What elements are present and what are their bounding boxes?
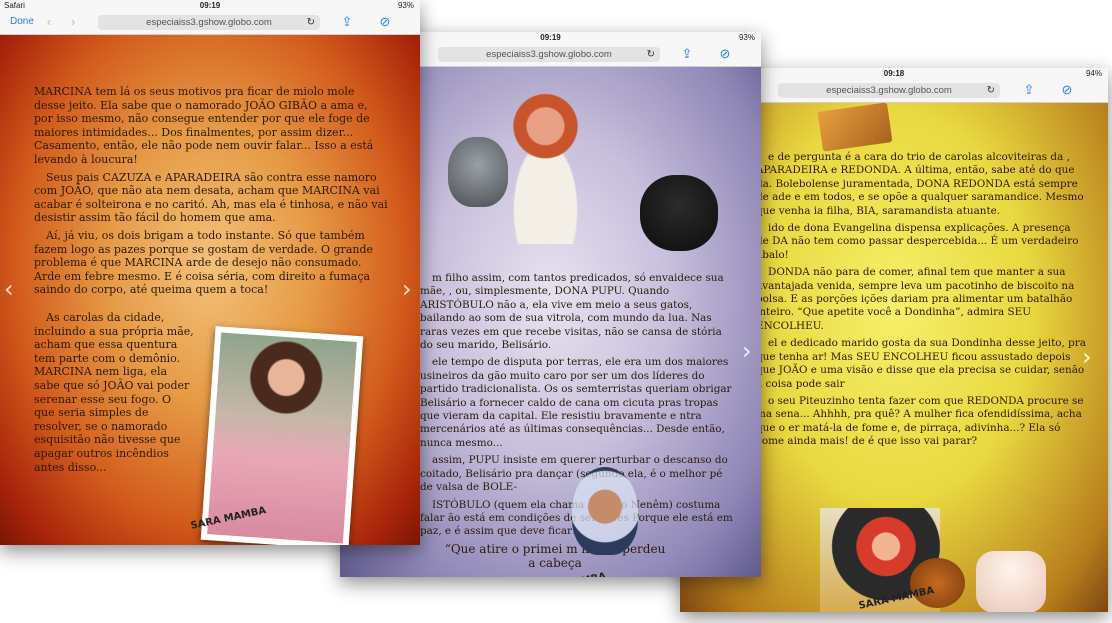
quote: “Que atire o primei m nunca perdeu a cab… bbox=[444, 542, 666, 570]
url-text: especiaiss3.gshow.globo.com bbox=[826, 85, 952, 96]
share-icon[interactable]: ⇪ bbox=[1022, 83, 1036, 97]
next-page-arrow[interactable]: › bbox=[402, 275, 412, 303]
reload-icon[interactable]: ↻ bbox=[647, 47, 655, 62]
article-text: e de pergunta é a cara do trio de carola… bbox=[756, 151, 1086, 453]
url-text: especiaiss3.gshow.globo.com bbox=[486, 49, 612, 60]
url-text: especiaiss3.gshow.globo.com bbox=[146, 17, 272, 28]
url-bar[interactable]: especiaiss3.gshow.globo.com ↻ bbox=[778, 83, 1000, 98]
paragraph: el e dedicado marido gosta da sua Dondin… bbox=[756, 337, 1086, 390]
paragraph: o seu Piteuzinho tenta fazer com que RED… bbox=[756, 394, 1084, 448]
url-bar[interactable]: especiaiss3.gshow.globo.com ↻ bbox=[98, 15, 320, 30]
compass-icon[interactable]: ⊘ bbox=[718, 47, 732, 61]
paragraph: ido de dona Evangelina dispensa explicaç… bbox=[756, 222, 1079, 261]
compass-icon[interactable]: ⊘ bbox=[1060, 83, 1074, 97]
paragraph: As carolas da cidade, incluindo a sua pr… bbox=[34, 311, 194, 474]
share-icon[interactable]: ⇪ bbox=[340, 15, 354, 29]
paragraph: m filho assim, com tantos predicados, só… bbox=[420, 272, 724, 352]
next-page-arrow[interactable]: › bbox=[1082, 343, 1092, 371]
status-battery: 93% bbox=[738, 33, 755, 42]
paragraph: DONDA não para de comer, afinal tem que … bbox=[756, 266, 1075, 332]
screenshot-marcina: Safari 09:19 93% Done ‹ › especiaiss3.gs… bbox=[0, 0, 420, 545]
status-battery: 94% bbox=[1085, 69, 1102, 78]
paragraph: ele tempo de disputa por terras, ele era… bbox=[420, 356, 732, 449]
status-time: 09:19 bbox=[199, 1, 221, 10]
url-bar[interactable]: especiaiss3.gshow.globo.com ↻ bbox=[438, 47, 660, 62]
turkey-image bbox=[910, 558, 965, 608]
done-button[interactable]: Done bbox=[10, 16, 34, 27]
reload-icon[interactable]: ↻ bbox=[307, 15, 315, 30]
status-bar: Safari 09:19 93% bbox=[0, 0, 420, 12]
reload-icon[interactable]: ↻ bbox=[987, 83, 995, 98]
page-content: MARCINA tem lá os seus motivos pra ficar… bbox=[0, 35, 420, 545]
paragraph: MARCINA tem lá os seus motivos pra ficar… bbox=[34, 85, 374, 166]
dona-pupu-photo bbox=[488, 89, 603, 244]
share-icon[interactable]: ⇪ bbox=[680, 47, 694, 61]
previous-page-arrow[interactable]: ‹ bbox=[4, 275, 14, 303]
paragraph: Seus pais CAZUZA e APARADEIRA são contra… bbox=[34, 170, 388, 225]
article-text-narrow: As carolas da cidade, incluindo a sua pr… bbox=[34, 311, 194, 478]
head-in-jar-image bbox=[572, 467, 638, 555]
compass-icon[interactable]: ⊘ bbox=[378, 15, 392, 29]
paragraph: Aí, já viu, os dois brigam a todo instan… bbox=[34, 228, 374, 297]
next-page-arrow[interactable]: › bbox=[742, 337, 752, 365]
saramandaia-logo: SARA MAMBA bbox=[530, 571, 607, 577]
cake-image bbox=[976, 551, 1046, 612]
back-icon[interactable]: ‹ bbox=[42, 15, 56, 29]
status-battery: 93% bbox=[397, 1, 414, 10]
marcina-photo bbox=[200, 326, 364, 545]
article-text: MARCINA tem lá os seus motivos pra ficar… bbox=[34, 85, 388, 301]
cat-black-image bbox=[640, 175, 718, 251]
browser-toolbar: Done ‹ › especiaiss3.gshow.globo.com ↻ ⇪… bbox=[0, 12, 420, 35]
forward-icon[interactable]: › bbox=[66, 15, 80, 29]
cake-image bbox=[817, 102, 893, 152]
paragraph: e de pergunta é a cara do trio de carola… bbox=[756, 151, 1084, 217]
